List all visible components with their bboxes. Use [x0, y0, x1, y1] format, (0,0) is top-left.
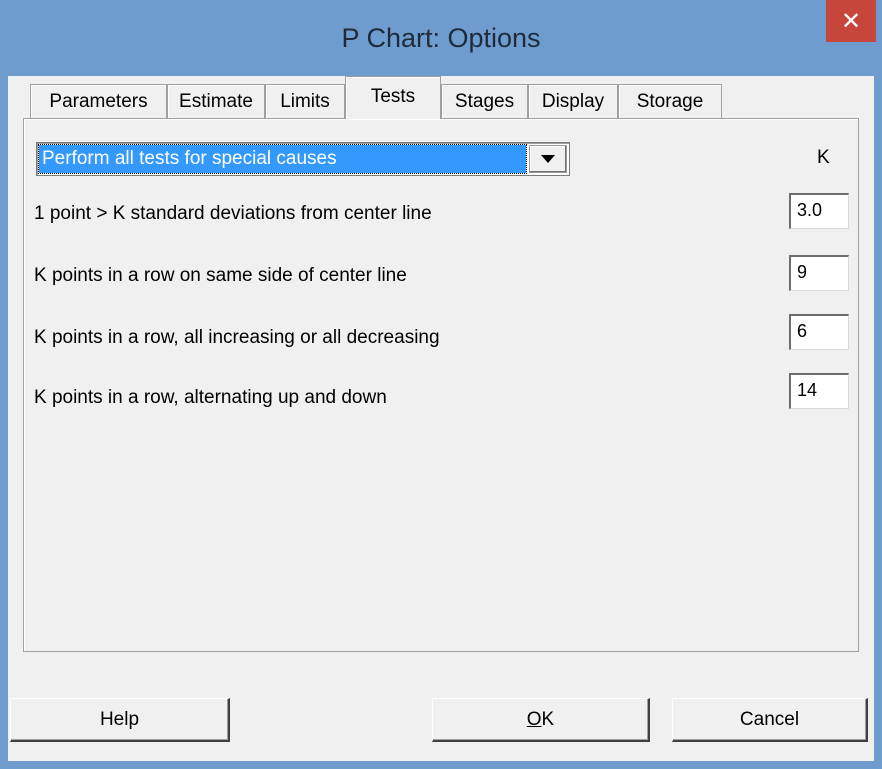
test-4-k-field[interactable]: 14 [789, 373, 849, 409]
test-1-k-field[interactable]: 3.0 [789, 193, 849, 229]
test-3-label: K points in a row, all increasing or all… [34, 327, 440, 348]
test-2-label: K points in a row on same side of center… [34, 265, 407, 286]
tab-stages[interactable]: Stages [441, 84, 528, 118]
tests-tab-panel: Perform all tests for special causes K 1… [23, 118, 859, 652]
tab-label: Storage [636, 90, 704, 112]
tab-estimate[interactable]: Estimate [167, 84, 265, 118]
test-2-k-field[interactable]: 9 [789, 255, 849, 291]
ok-button[interactable]: OK [432, 698, 650, 742]
dialog-window: P Chart: Options ✕ Parameters Estimate L… [0, 0, 882, 769]
tab-limits[interactable]: Limits [265, 84, 345, 118]
cancel-button[interactable]: Cancel [672, 698, 868, 742]
tab-storage[interactable]: Storage [618, 84, 722, 118]
tab-label: Display [541, 90, 605, 112]
test-1-label: 1 point > K standard deviations from cen… [34, 203, 432, 224]
test-4-label: K points in a row, alternating up and do… [34, 387, 387, 408]
ok-accelerator-letter: O [526, 708, 542, 730]
cancel-button-label: Cancel [739, 708, 800, 730]
ok-label-rest: K [541, 708, 555, 730]
dialog-client-area: Parameters Estimate Limits Tests Stages … [8, 76, 874, 761]
dropdown-selected-value: Perform all tests for special causes [38, 144, 527, 174]
dropdown-arrow-button[interactable] [529, 145, 567, 173]
tests-mode-dropdown[interactable]: Perform all tests for special causes [36, 142, 570, 176]
help-button[interactable]: Help [10, 698, 230, 742]
k-column-header: K [817, 147, 830, 168]
help-button-label: Help [99, 708, 140, 730]
title-bar[interactable]: P Chart: Options ✕ [0, 0, 882, 76]
tab-label: Tests [370, 86, 416, 107]
test-3-k-field[interactable]: 6 [789, 314, 849, 350]
tab-label: Stages [454, 90, 515, 112]
chevron-down-icon [541, 155, 555, 163]
window-title: P Chart: Options [341, 23, 541, 53]
tab-label: Parameters [49, 90, 148, 112]
ok-button-label: OK [527, 709, 554, 731]
close-icon[interactable]: ✕ [826, 0, 876, 42]
tab-label: Limits [280, 90, 330, 112]
tab-display[interactable]: Display [528, 84, 618, 118]
tab-parameters[interactable]: Parameters [30, 84, 167, 118]
tab-tests[interactable]: Tests [345, 76, 441, 119]
tab-label: Estimate [179, 90, 253, 112]
